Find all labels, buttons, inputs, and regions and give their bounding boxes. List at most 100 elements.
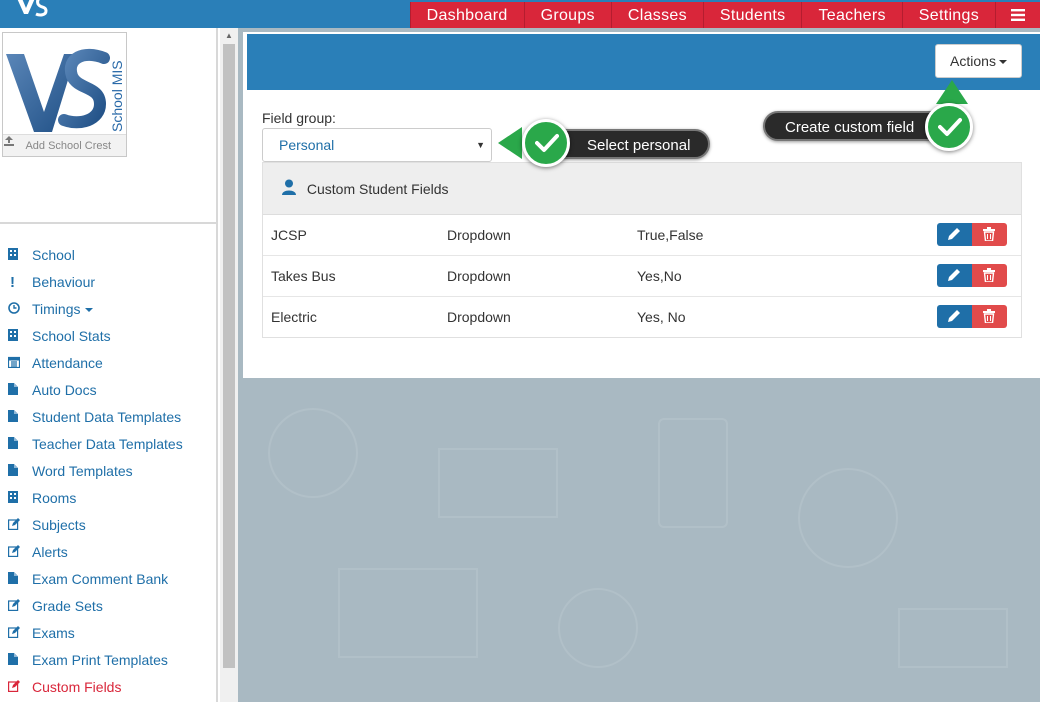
sidebar-item-subjects[interactable]: Subjects [0, 512, 216, 539]
school-mis-logo: School MIS [6, 48, 125, 132]
field-type: Dropdown [447, 227, 511, 243]
background-doodle [658, 418, 728, 528]
field-options: True,False [637, 227, 704, 243]
sidebar-item-behaviour[interactable]: ! Behaviour [0, 269, 216, 296]
nav-dashboard[interactable]: Dashboard [409, 2, 525, 28]
sidebar-item-label: Custom Fields [32, 679, 122, 695]
sidebar-item-label: Exam Print Templates [32, 652, 168, 668]
add-school-crest-label: Add School Crest [25, 140, 112, 152]
tip-arrow-left [498, 127, 522, 159]
chevron-down-icon: ▼ [476, 140, 485, 150]
hamburger-icon [1011, 9, 1025, 21]
delete-button[interactable] [972, 305, 1007, 328]
file-icon [8, 648, 32, 675]
nav-groups[interactable]: Groups [524, 2, 612, 28]
field-name: Takes Bus [271, 268, 336, 284]
nav-students[interactable]: Students [703, 2, 803, 28]
scroll-thumb[interactable] [223, 44, 235, 668]
pencil-icon [948, 310, 960, 322]
trash-icon [983, 227, 995, 241]
file-icon [8, 567, 32, 594]
field-group-value: Personal [279, 137, 335, 153]
background-doodle [338, 568, 478, 658]
sidebar-item-auto-docs[interactable]: Auto Docs [0, 377, 216, 404]
file-icon [8, 378, 32, 405]
pencil-icon [948, 269, 960, 281]
exclamation-icon: ! [10, 274, 15, 291]
sidebar-item-label: Behaviour [32, 274, 96, 290]
card-title: Custom Student Fields [306, 181, 449, 197]
sidebar-item-label: Auto Docs [32, 382, 97, 398]
sidebar-item-grade-sets[interactable]: Grade Sets [0, 593, 216, 620]
sidebar-item-label: Timings [32, 301, 81, 317]
edit-button[interactable] [937, 223, 972, 246]
sidebar-item-label: Alerts [32, 544, 68, 560]
top-nav: Dashboard Groups Classes Students Teache… [409, 2, 1040, 28]
nav-classes[interactable]: Classes [611, 2, 704, 28]
sidebar-item-school[interactable]: School [0, 242, 216, 269]
chevron-down-icon [998, 60, 1007, 65]
sidebar-item-rooms[interactable]: Rooms [0, 485, 216, 512]
building-icon [8, 486, 32, 513]
sidebar-item-label: Exam Comment Bank [32, 571, 169, 587]
checkmark-icon [522, 119, 570, 167]
trash-icon [983, 309, 995, 323]
checkmark-icon [925, 103, 973, 151]
sidebar-item-exam-print-templates[interactable]: Exam Print Templates [0, 647, 216, 674]
sidebar: School MIS Add School Crest School ! Beha… [0, 28, 218, 702]
sidebar-item-student-data-templates[interactable]: Student Data Templates [0, 404, 216, 431]
sidebar-item-label: Exams [32, 625, 75, 641]
calendar-icon [7, 351, 32, 378]
logo-icon [17, 0, 48, 17]
edit-button[interactable] [937, 264, 972, 287]
sidebar-item-word-templates[interactable]: Word Templates [0, 458, 216, 485]
school-crest[interactable]: School MIS Add School Crest [2, 32, 127, 157]
delete-button[interactable] [972, 264, 1007, 287]
edit-icon [8, 540, 32, 567]
building-icon [8, 243, 32, 270]
card-header: Custom Student Fields [263, 163, 1021, 215]
sidebar-item-exams[interactable]: Exams [0, 620, 216, 647]
file-icon [8, 459, 32, 486]
edit-icon [8, 594, 32, 621]
sidebar-item-school-stats[interactable]: School Stats [0, 323, 216, 350]
background-doodle [268, 408, 358, 498]
sidebar-item-label: Student Data Templates [32, 409, 182, 425]
actions-label: Actions [950, 53, 996, 69]
nav-settings[interactable]: Settings [902, 2, 996, 28]
chevron-down-icon [84, 308, 93, 313]
building-icon [8, 324, 32, 351]
sidebar-item-label: Attendance [32, 355, 103, 371]
tip-arrow-up [936, 80, 968, 104]
sidebar-item-label: School [32, 247, 75, 263]
field-type: Dropdown [447, 268, 511, 284]
background-doodle [798, 468, 898, 568]
edit-button[interactable] [937, 305, 972, 328]
sidebar-item-alerts[interactable]: Alerts [0, 539, 216, 566]
sidebar-item-teacher-data-templates[interactable]: Teacher Data Templates [0, 431, 216, 458]
sidebar-scrollbar[interactable]: ▲ [220, 28, 238, 702]
custom-student-fields-card: Custom Student Fields JCSP Dropdown True… [262, 162, 1022, 338]
edit-icon [8, 675, 32, 702]
clock-icon [8, 297, 32, 324]
sidebar-item-timings[interactable]: Timings [0, 296, 216, 323]
field-group-select[interactable]: Personal ▼ [262, 128, 492, 162]
sidebar-item-custom-fields[interactable]: Custom Fields [0, 674, 216, 701]
sidebar-item-label: Grade Sets [32, 598, 103, 614]
table-row: JCSP Dropdown True,False [263, 215, 1021, 256]
hamburger-menu-button[interactable] [996, 2, 1040, 28]
actions-dropdown-button[interactable]: Actions [935, 44, 1022, 78]
delete-button[interactable] [972, 223, 1007, 246]
scroll-up-arrow-icon[interactable]: ▲ [220, 28, 238, 44]
sidebar-item-label: Subjects [32, 517, 86, 533]
nav-teachers[interactable]: Teachers [802, 2, 903, 28]
sidebar-item-attendance[interactable]: Attendance [0, 350, 216, 377]
add-school-crest-button[interactable]: Add School Crest [3, 134, 126, 156]
panel-header: Actions [247, 34, 1040, 90]
pencil-icon [948, 228, 960, 240]
file-icon [8, 432, 32, 459]
sidebar-item-label: Teacher Data Templates [32, 436, 183, 452]
sidebar-item-label: Word Templates [32, 463, 133, 479]
sidebar-item-label: Rooms [32, 490, 77, 506]
sidebar-item-exam-comment-bank[interactable]: Exam Comment Bank [0, 566, 216, 593]
